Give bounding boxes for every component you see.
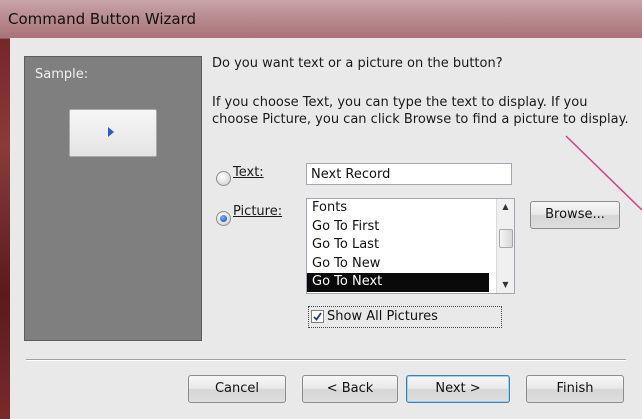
show-all-pictures-label: Show All Pictures [327, 309, 438, 324]
title-bar: Command Button Wizard [0, 0, 642, 39]
checkbox-box[interactable] [311, 310, 324, 323]
listbox-scrollbar[interactable]: ▲ ▼ [496, 199, 514, 293]
text-radio[interactable] [216, 171, 231, 186]
footer-separator [26, 359, 626, 361]
finish-button[interactable]: Finish [526, 375, 624, 403]
text-option-label: Text: [233, 165, 264, 180]
list-item[interactable]: Go To Last [307, 236, 489, 255]
window-title: Command Button Wizard [8, 10, 197, 28]
sample-panel: Sample: [24, 56, 202, 341]
scroll-down-arrow-icon[interactable]: ▼ [497, 277, 514, 293]
question-text: Do you want text or a picture on the but… [212, 56, 503, 71]
cancel-button[interactable]: Cancel [188, 375, 286, 403]
picture-listbox[interactable]: Fonts Go To First Go To Last Go To New G… [306, 198, 515, 294]
picture-option-label: Picture: [233, 204, 283, 219]
list-item-selected[interactable]: Go To Next [307, 273, 489, 292]
scroll-up-arrow-icon[interactable]: ▲ [497, 199, 514, 215]
desktop-background [0, 0, 10, 419]
show-all-pictures-checkbox[interactable]: Show All Pictures [308, 306, 502, 328]
checkmark-icon [313, 312, 322, 321]
right-triangle-icon [108, 127, 114, 137]
button-text-input[interactable]: Next Record [306, 163, 512, 185]
sample-label: Sample: [35, 67, 89, 82]
scroll-thumb[interactable] [499, 229, 513, 248]
back-button[interactable]: < Back [302, 375, 398, 403]
sample-button-preview [69, 109, 157, 157]
browse-button[interactable]: Browse... [530, 201, 620, 229]
list-item[interactable]: Go To First [307, 218, 489, 237]
next-button[interactable]: Next > [406, 375, 510, 403]
picture-radio[interactable] [216, 211, 231, 226]
radio-selected-dot [220, 215, 227, 222]
wizard-dialog: Sample: Do you want text or a picture on… [10, 38, 642, 419]
list-item[interactable]: Fonts [307, 199, 489, 218]
list-item[interactable]: Go To New [307, 255, 489, 274]
info-text: If you choose Text, you can type the tex… [212, 95, 629, 127]
